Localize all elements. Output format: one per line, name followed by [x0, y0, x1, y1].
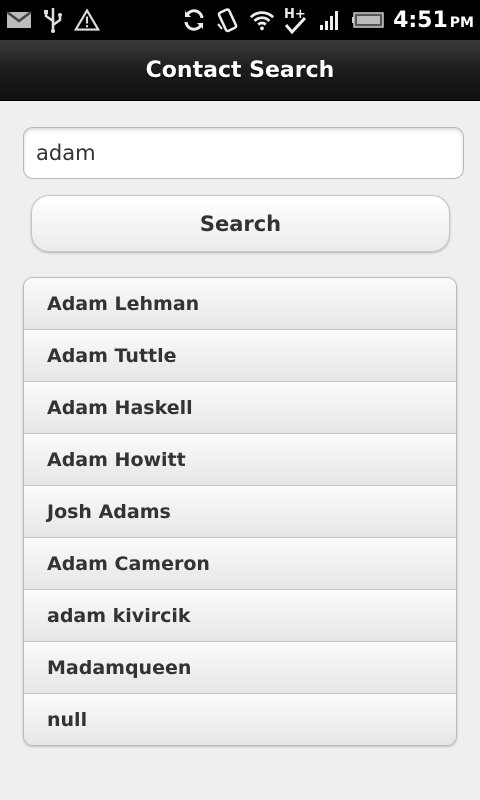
search-input[interactable] — [23, 127, 464, 179]
list-item[interactable]: null — [24, 694, 456, 745]
search-button[interactable]: Search — [31, 195, 450, 252]
list-item[interactable]: Adam Haskell — [24, 382, 456, 434]
status-icons-left — [6, 6, 100, 34]
time-ampm: PM — [449, 14, 474, 31]
search-button-label: Search — [199, 211, 282, 236]
list-item-label: Madamqueen — [47, 656, 192, 679]
signal-icon — [317, 7, 343, 33]
hsdpa-plus-icon: H+ — [283, 7, 309, 35]
list-item[interactable]: Madamqueen — [24, 642, 456, 694]
wifi-icon — [249, 7, 275, 33]
list-item-label: Josh Adams — [47, 500, 171, 523]
rotate-icon — [215, 7, 241, 33]
list-item-label: null — [47, 708, 88, 731]
title-bar: Contact Search — [0, 40, 480, 101]
gmail-icon — [6, 7, 32, 33]
battery-icon — [351, 7, 385, 33]
list-item-label: Adam Tuttle — [47, 344, 177, 367]
time-value: 4:51 — [393, 7, 448, 33]
list-item-label: Adam Lehman — [47, 292, 200, 315]
list-item[interactable]: adam kivircik — [24, 590, 456, 642]
list-item-label: adam kivircik — [47, 604, 191, 627]
status-icons-right: H+ 4:51 PM — [181, 4, 474, 36]
list-item[interactable]: Adam Lehman — [24, 278, 456, 330]
page-title: Contact Search — [145, 57, 335, 83]
sync-icon — [181, 7, 207, 33]
list-item-label: Adam Cameron — [47, 552, 210, 575]
list-item[interactable]: Adam Howitt — [24, 434, 456, 486]
usb-icon — [40, 7, 66, 33]
list-item-label: Adam Howitt — [47, 448, 186, 471]
results-list: Adam Lehman Adam Tuttle Adam Haskell Ada… — [23, 277, 457, 746]
list-item-label: Adam Haskell — [47, 396, 193, 419]
list-item[interactable]: Adam Cameron — [24, 538, 456, 590]
list-item[interactable]: Adam Tuttle — [24, 330, 456, 382]
status-bar: H+ 4:51 PM — [0, 0, 480, 40]
status-time: 4:51 PM — [393, 8, 474, 33]
warning-icon — [74, 7, 100, 33]
list-item[interactable]: Josh Adams — [24, 486, 456, 538]
